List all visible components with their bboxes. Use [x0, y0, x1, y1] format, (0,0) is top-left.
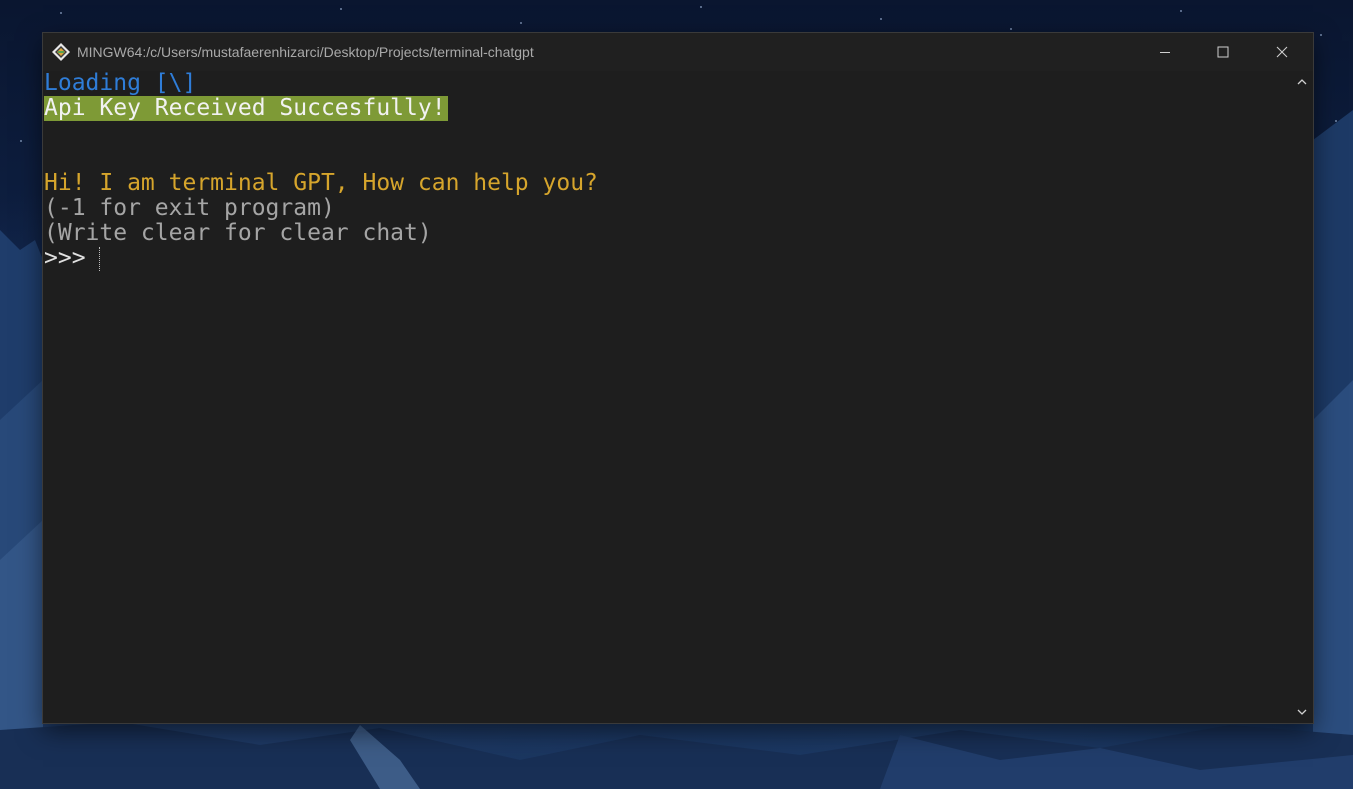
text-cursor	[99, 247, 101, 271]
maximize-button[interactable]	[1194, 33, 1252, 71]
terminal-window: MINGW64:/c/Users/mustafaerenhizarci/Desk…	[43, 33, 1313, 723]
api-key-status-line: Api Key Received Succesfully!	[44, 95, 448, 121]
clear-hint-line: (Write clear for clear chat)	[44, 220, 432, 246]
window-title: MINGW64:/c/Users/mustafaerenhizarci/Desk…	[77, 44, 534, 60]
git-bash-icon	[52, 43, 70, 61]
exit-hint-line: (-1 for exit program)	[44, 195, 335, 221]
minimize-icon	[1160, 52, 1170, 53]
vertical-scrollbar[interactable]	[1291, 71, 1313, 723]
close-icon	[1276, 46, 1288, 58]
close-button[interactable]	[1253, 33, 1311, 71]
maximize-icon	[1217, 46, 1229, 58]
loading-line: Loading [\]	[44, 71, 197, 96]
command-prompt[interactable]: >>>	[44, 246, 86, 271]
scroll-up-button[interactable]	[1291, 71, 1313, 93]
chevron-up-icon	[1297, 79, 1307, 85]
greeting-line: Hi! I am terminal GPT, How can help you?	[44, 170, 598, 196]
title-bar[interactable]: MINGW64:/c/Users/mustafaerenhizarci/Desk…	[43, 33, 1313, 71]
chevron-down-icon	[1297, 709, 1307, 715]
scroll-down-button[interactable]	[1291, 701, 1313, 723]
minimize-button[interactable]	[1136, 33, 1194, 71]
terminal-console[interactable]: Loading [\] Api Key Received Succesfully…	[43, 71, 1291, 723]
